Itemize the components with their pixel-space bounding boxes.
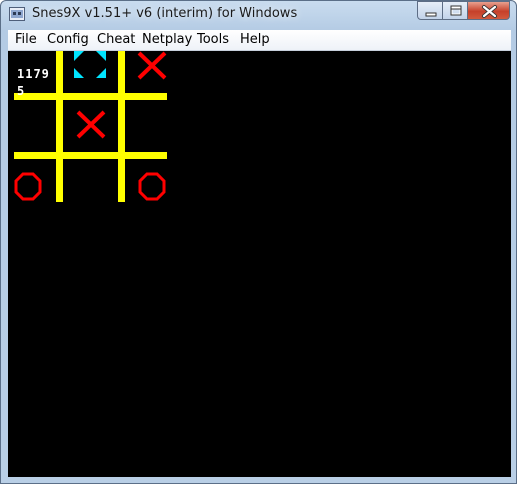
menu-file[interactable]: File [15,32,37,47]
emulator-window: Snes9X v1.51+ v6 (interim) for Windows F… [0,0,517,484]
menu-help[interactable]: Help [240,32,270,47]
o-mark [138,172,166,201]
menu-netplay[interactable]: Netplay [142,32,192,47]
snes9x-app-icon[interactable] [9,7,25,21]
maximize-button[interactable] [442,1,468,20]
lag-counter: 5 [17,84,26,98]
maximize-icon [450,5,462,16]
o-mark [14,172,42,201]
title-bar[interactable]: Snes9X v1.51+ v6 (interim) for Windows [1,1,516,29]
menu-config[interactable]: Config [47,32,89,47]
minimize-button[interactable] [417,1,443,20]
x-mark [137,51,167,80]
game-screen[interactable]: 1179 5 [8,51,511,477]
x-mark [76,110,106,139]
grid-line-horizontal-bottom [14,152,167,159]
tic-tac-toe-board [14,51,167,202]
selection-cursor [74,51,106,78]
frame-counter: 1179 [17,67,50,81]
grid-line-vertical-left [56,51,63,202]
menu-cheat[interactable]: Cheat [97,32,135,47]
grid-line-vertical-right [118,51,125,202]
menu-tools[interactable]: Tools [197,32,229,47]
window-title: Snes9X v1.51+ v6 (interim) for Windows [32,6,298,21]
close-icon [482,5,497,18]
grid-line-horizontal-top [14,93,167,100]
minimize-icon [425,12,437,17]
close-button[interactable] [467,1,510,20]
menu-bar: File Config Cheat Netplay Tools Help [8,30,511,51]
